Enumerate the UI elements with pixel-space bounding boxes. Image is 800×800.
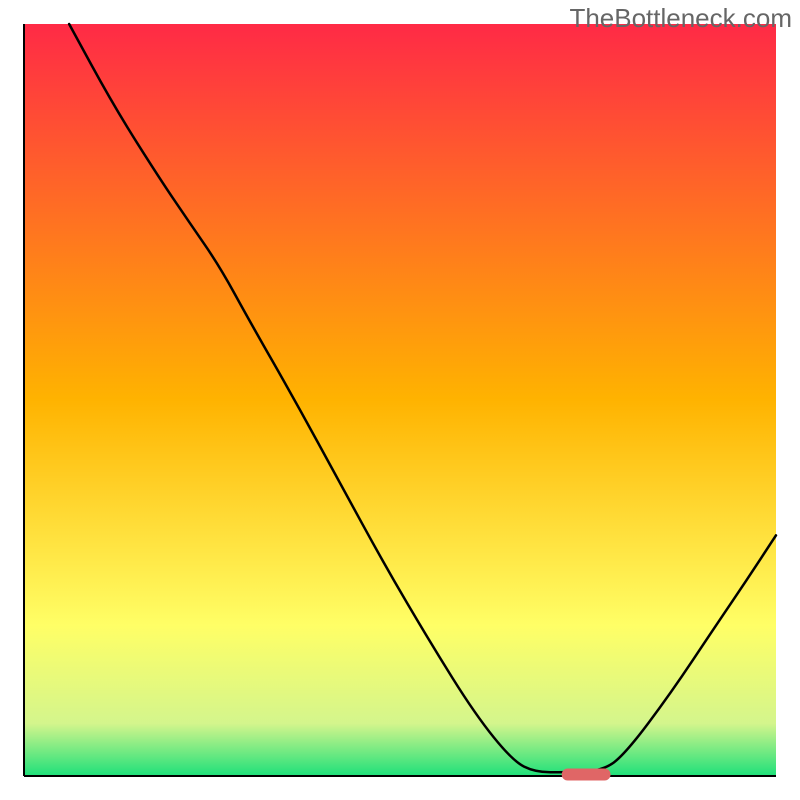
- chart-svg: [0, 0, 800, 800]
- watermark-text: TheBottleneck.com: [569, 3, 792, 34]
- bottleneck-chart: TheBottleneck.com: [0, 0, 800, 800]
- gradient-background: [24, 24, 776, 776]
- optimum-marker: [562, 768, 611, 780]
